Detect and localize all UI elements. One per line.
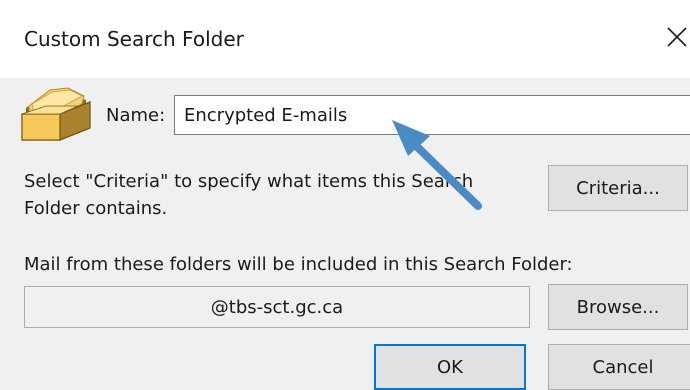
search-folder-icon: [21, 87, 91, 141]
criteria-description: Select "Criteria" to specify what items …: [24, 171, 474, 219]
dialog-title-bar: Custom Search Folder: [0, 0, 690, 78]
browse-button[interactable]: Browse...: [548, 284, 688, 330]
mail-folders-field: @tbs-sct.gc.ca: [24, 286, 530, 328]
folders-label: Mail from these folders will be included…: [24, 254, 573, 275]
name-label: Name:: [106, 105, 166, 126]
name-input[interactable]: [174, 95, 690, 135]
criteria-button[interactable]: Criteria...: [548, 165, 688, 211]
dialog-title: Custom Search Folder: [24, 27, 244, 51]
mail-folders-value: @tbs-sct.gc.ca: [210, 296, 344, 318]
ok-button[interactable]: OK: [374, 344, 526, 390]
close-icon[interactable]: [664, 24, 690, 50]
cancel-button[interactable]: Cancel: [548, 344, 690, 390]
